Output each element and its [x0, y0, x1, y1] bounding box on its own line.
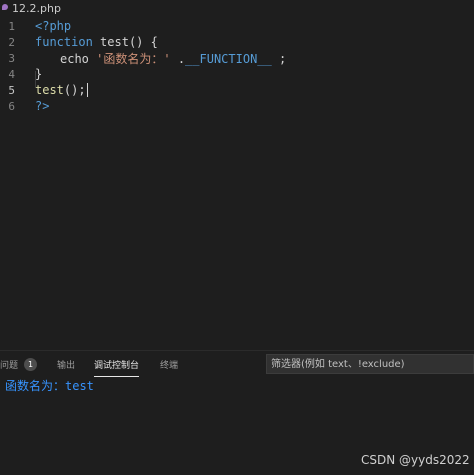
tab-problems[interactable]: 问题 1 — [0, 351, 38, 377]
line-number: 6 — [8, 99, 15, 113]
code-line[interactable]: 1 <?php — [0, 18, 474, 34]
tab-debug-console[interactable]: 调试控制台 — [94, 351, 140, 377]
call-args: (); — [63, 82, 86, 97]
filter-input[interactable] — [266, 354, 474, 374]
tab-terminal-label: 终端 — [160, 360, 179, 371]
line-number: 2 — [8, 35, 15, 49]
function-params: () { — [128, 35, 158, 49]
magic-constant: __FUNCTION__ — [185, 51, 272, 66]
php-file-icon — [2, 4, 8, 13]
panel-tab-bar: 问题 1 输出 调试控制台 终端 — [0, 351, 474, 377]
tab-problems-label: 问题 — [0, 360, 19, 371]
editor-tab-bar: 12.2.php — [0, 0, 474, 17]
statement-end: ; — [271, 51, 287, 66]
concat-operator: . — [170, 51, 186, 66]
watermark: CSDN @yyds2022 — [361, 453, 470, 467]
file-tab-label: 12.2.php — [12, 2, 61, 15]
closing-brace: } — [35, 67, 43, 81]
function-keyword: function — [35, 35, 93, 49]
debug-console-output: 函数名为：test — [5, 379, 94, 393]
echo-keyword: echo — [60, 51, 89, 66]
tab-debug-console-label: 调试控制台 — [94, 360, 140, 371]
string-literal: '函数名为：' — [96, 51, 171, 66]
code-line[interactable]: 4 } — [0, 66, 474, 82]
line-number: 5 — [8, 83, 15, 97]
php-close-tag: ?> — [35, 99, 50, 113]
line-number: 4 — [8, 67, 15, 81]
tab-output-label: 输出 — [57, 360, 76, 371]
function-name: test — [100, 35, 129, 49]
code-line[interactable]: 6 ?> — [0, 98, 474, 114]
code-line-active[interactable]: 5 test(); — [0, 82, 474, 98]
php-open-tag: <?php — [35, 19, 72, 33]
text-cursor — [86, 83, 88, 98]
tab-terminal[interactable]: 终端 — [160, 351, 178, 377]
tab-output[interactable]: 输出 — [57, 351, 75, 377]
line-number: 1 — [8, 19, 15, 33]
code-editor[interactable]: 1 <?php 2 function test() { 3 echo '函数名为… — [0, 17, 474, 347]
code-line[interactable]: 2 function test() { — [0, 34, 474, 50]
code-line[interactable]: 3 echo '函数名为：' .__FUNCTION__ ; — [0, 50, 474, 66]
problems-count-badge: 1 — [24, 357, 38, 371]
function-call: test — [35, 82, 64, 97]
line-number: 3 — [8, 51, 15, 65]
file-tab[interactable]: 12.2.php — [0, 0, 61, 17]
